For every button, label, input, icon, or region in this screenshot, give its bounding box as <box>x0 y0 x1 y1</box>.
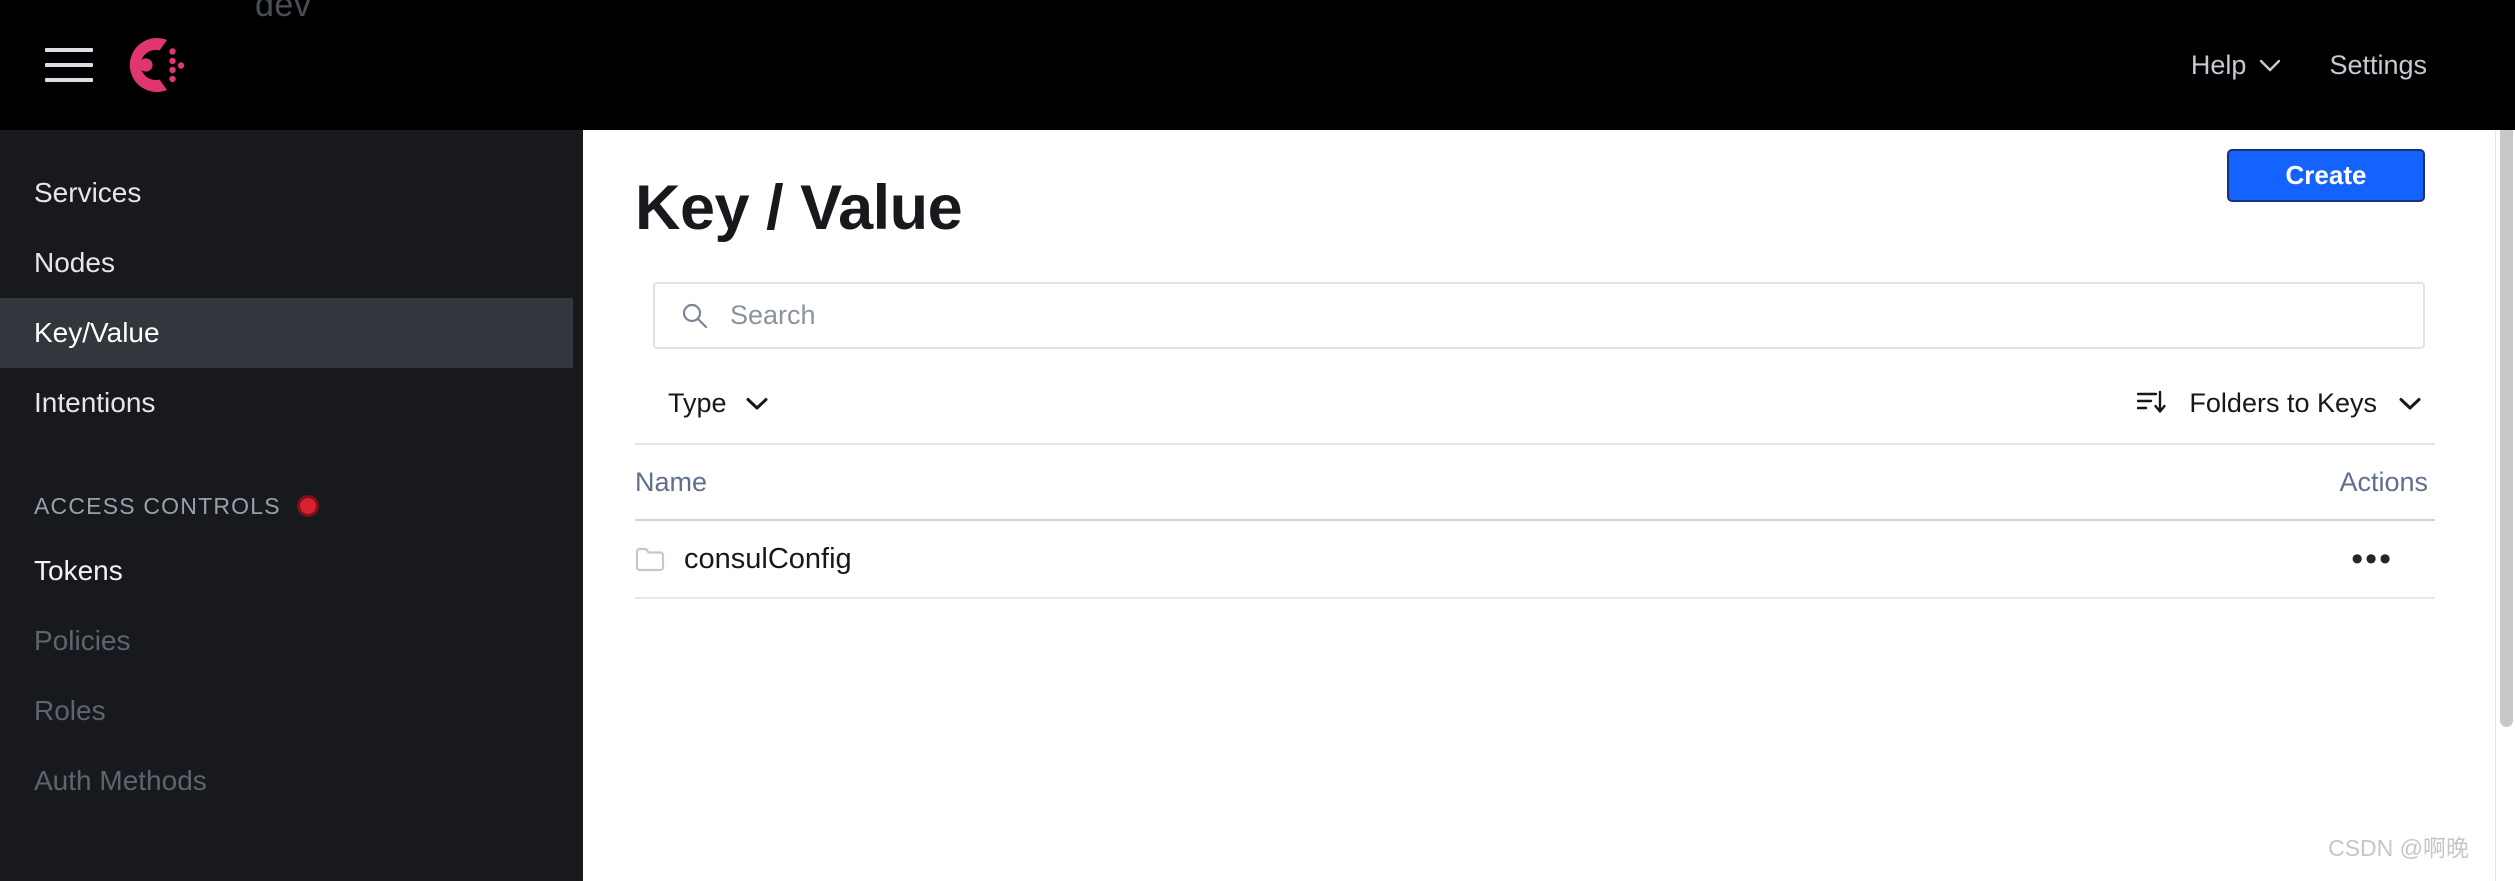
topbar-actions: Help Settings <box>2191 0 2495 130</box>
sidebar-item-tokens[interactable]: Tokens <box>0 536 583 606</box>
table-row[interactable]: consulConfig ••• <box>635 521 2435 599</box>
top-navigation-bar: dev Help Settings <box>0 0 2495 130</box>
sidebar-item-services[interactable]: Services <box>0 158 583 228</box>
search-placeholder: Search <box>730 300 816 330</box>
column-header-name: Name <box>635 466 708 497</box>
table-cell-name[interactable]: consulConfig <box>635 543 852 576</box>
filter-toolbar: Type Folders to Keys <box>635 363 2435 445</box>
sidebar-item-key-value[interactable]: Key/Value <box>0 298 573 368</box>
sort-descending-icon <box>2137 390 2167 413</box>
chevron-down-icon <box>746 397 768 409</box>
hamburger-menu-icon[interactable] <box>45 48 93 82</box>
hamburger-line <box>45 63 93 67</box>
table-header-row: Name Actions <box>635 445 2435 521</box>
sidebar-item-nodes[interactable]: Nodes <box>0 228 583 298</box>
row-actions-menu-button[interactable]: ••• <box>2345 542 2399 576</box>
browser-tab-cutoff-text: dev <box>255 0 312 24</box>
help-label: Help <box>2190 49 2247 80</box>
chevron-down-icon <box>2260 59 2281 71</box>
page-scrollbar[interactable] <box>2495 0 2515 881</box>
settings-button[interactable]: Settings <box>2329 50 2427 81</box>
sidebar-section-access-controls: ACCESS CONTROLS <box>0 476 583 536</box>
sidebar-item-label: Roles <box>34 695 106 726</box>
sidebar-item-label: Auth Methods <box>34 765 207 796</box>
page-header: Key / Value Create <box>635 130 2435 282</box>
column-header-actions: Actions <box>2339 466 2428 497</box>
settings-label: Settings <box>2329 49 2427 80</box>
search-input[interactable]: Search <box>653 282 2425 349</box>
hamburger-line <box>45 78 93 82</box>
sort-label: Folders to Keys <box>2189 387 2377 418</box>
sidebar-item-label: Intentions <box>34 387 156 418</box>
type-filter-label: Type <box>668 387 727 418</box>
sidebar-item-intentions[interactable]: Intentions <box>0 368 583 438</box>
folder-icon <box>635 547 665 571</box>
type-filter-dropdown[interactable]: Type <box>668 388 768 419</box>
consul-logo-icon[interactable] <box>118 30 190 100</box>
search-icon <box>682 303 708 329</box>
content-container: Key / Value Create Search Type Folders t… <box>635 130 2435 599</box>
sidebar-item-label: Services <box>34 177 142 208</box>
page-title: Key / Value <box>635 173 963 243</box>
sort-dropdown[interactable]: Folders to Keys <box>2137 388 2421 419</box>
sidebar-item-label: Key/Value <box>34 317 160 348</box>
red-dot-icon <box>296 495 319 517</box>
chevron-down-icon <box>2399 397 2421 409</box>
sidebar-navigation: Services Nodes Key/Value Intentions ACCE… <box>0 130 583 881</box>
sidebar-item-label: Tokens <box>34 555 123 586</box>
key-value-table: Name Actions consulConfig ••• <box>635 445 2435 599</box>
main-content-area: Key / Value Create Search Type Folders t… <box>583 130 2495 881</box>
key-name-label: consulConfig <box>684 542 852 575</box>
sidebar-item-roles[interactable]: Roles <box>0 676 583 746</box>
watermark-text: CSDN @啊晚 <box>2328 835 2469 861</box>
consul-ui-window: dev Help Settings Services Nodes Key/Val… <box>0 0 2515 881</box>
sidebar-section-label: ACCESS CONTROLS <box>34 492 281 519</box>
sidebar-item-label: Nodes <box>34 247 115 278</box>
hamburger-line <box>45 48 93 52</box>
help-menu-button[interactable]: Help <box>2191 50 2282 81</box>
sidebar-item-policies[interactable]: Policies <box>0 606 583 676</box>
scrollbar-top-cap <box>2495 0 2515 130</box>
create-button[interactable]: Create <box>2227 149 2425 202</box>
sidebar-item-auth-methods[interactable]: Auth Methods <box>0 746 583 816</box>
sidebar-item-label: Policies <box>34 625 131 656</box>
